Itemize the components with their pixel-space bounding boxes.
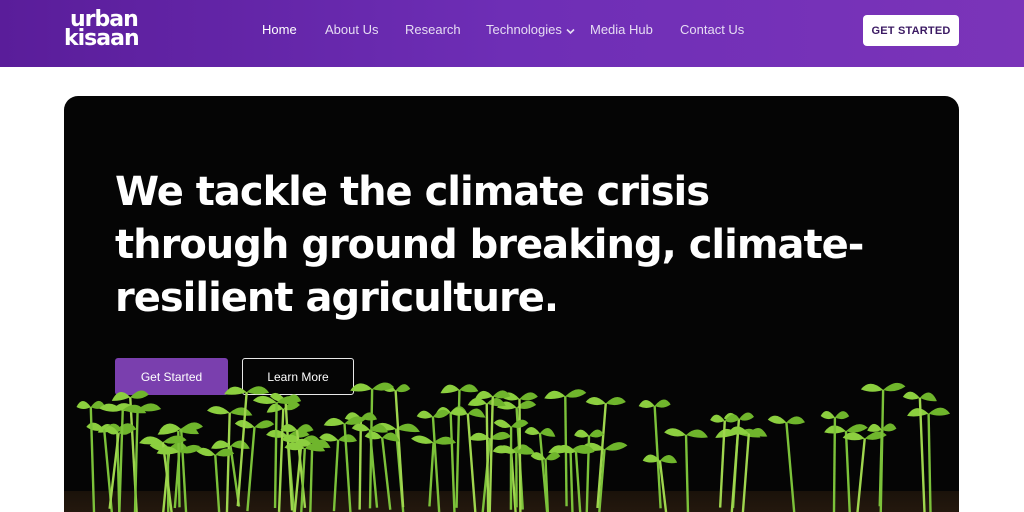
hero-headline: We tackle the climate crisis through gro… (115, 169, 864, 321)
nav-technologies[interactable]: Technologies (486, 22, 575, 39)
urban-kisaan-logo[interactable]: urban kisaan (64, 9, 164, 51)
nav-contact-us[interactable]: Contact Us (680, 22, 744, 38)
nav-research[interactable]: Research (405, 22, 461, 38)
get-started-header-button[interactable]: GET STARTED (863, 15, 959, 46)
chevron-down-icon (566, 23, 575, 39)
seedlings-image (64, 382, 959, 512)
site-header: urban kisaan Home About Us Research Tech… (0, 0, 1024, 67)
nav-media-hub[interactable]: Media Hub (590, 22, 653, 38)
nav-technologies-label: Technologies (486, 22, 562, 37)
logo-line-2: kisaan (64, 26, 140, 51)
nav-home[interactable]: Home (262, 22, 297, 38)
nav-about-us[interactable]: About Us (325, 22, 378, 38)
hero-banner: We tackle the climate crisis through gro… (64, 96, 959, 512)
